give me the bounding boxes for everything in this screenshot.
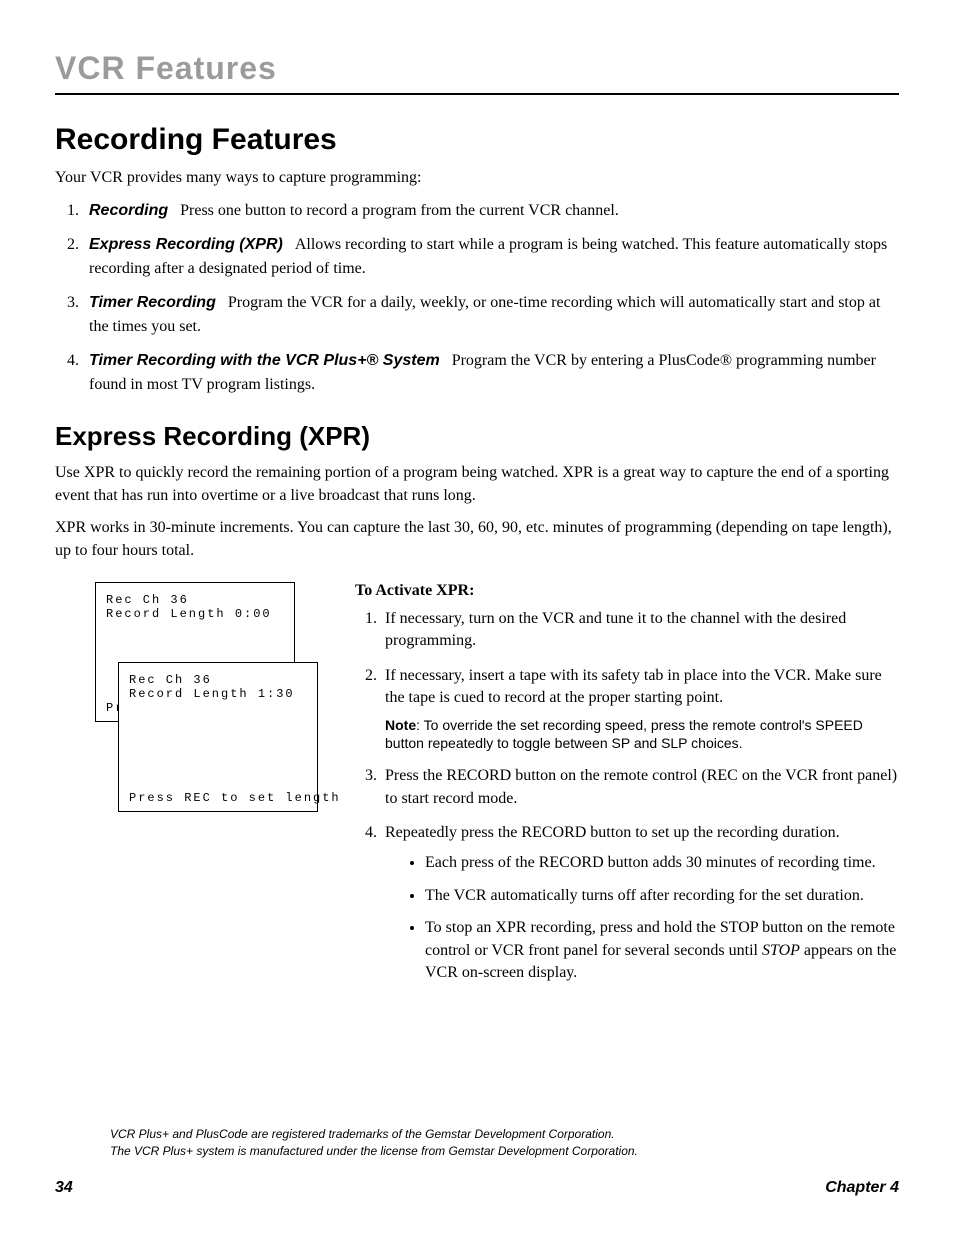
item-label: Recording [89,202,168,219]
page-footer: 34 Chapter 4 [55,1179,899,1197]
list-item: Recording Press one button to record a p… [83,199,899,223]
osd-bottom-line: Press REC to set length [129,791,341,805]
recording-features-list: Recording Press one button to record a p… [55,199,899,397]
header-rule [55,93,899,95]
note-label: Note [385,717,416,733]
osd-line: Rec Ch 36 [129,673,307,687]
page-number: 34 [55,1179,73,1197]
item-label: Timer Recording [89,294,216,311]
osd-illustration-column: Rec Ch 36 Record Length 0:00 Pr Rec Ch 3… [55,582,355,842]
sub-bullets: Each press of the RECORD button adds 30 … [385,852,899,984]
item-label: Timer Recording with the VCR Plus+® Syst… [89,352,440,369]
activate-steps-list: If necessary, turn on the VCR and tune i… [355,608,899,984]
item-text: Press one button to record a program fro… [180,202,619,219]
intro-paragraph: Your VCR provides many ways to capture p… [55,167,899,189]
step-item: Press the RECORD button on the remote co… [381,765,899,810]
item-label: Express Recording (XPR) [89,236,283,253]
note-text: : To override the set recording speed, p… [385,717,863,752]
bullet-item: To stop an XPR recording, press and hold… [425,917,899,984]
section-heading-recording-features: Recording Features [55,123,899,157]
osd-screen-2: Rec Ch 36 Record Length 1:30 Press REC t… [118,662,318,812]
xpr-paragraph-1: Use XPR to quickly record the remaining … [55,462,899,507]
chapter-label: Chapter 4 [825,1179,899,1197]
two-column-layout: Rec Ch 36 Record Length 0:00 Pr Rec Ch 3… [55,582,899,996]
osd-line: Record Length 1:30 [129,687,307,701]
footnotes: VCR Plus+ and PlusCode are registered tr… [110,1126,638,1160]
osd-line: Rec Ch 36 [106,593,284,607]
bullet-item: The VCR automatically turns off after re… [425,885,899,907]
footnote-line: VCR Plus+ and PlusCode are registered tr… [110,1126,638,1143]
step-item: Repeatedly press the RECORD button to se… [381,822,899,984]
list-item: Timer Recording Program the VCR for a da… [83,291,899,339]
section-heading-xpr: Express Recording (XPR) [55,421,899,452]
document-page: VCR Features Recording Features Your VCR… [0,0,954,1235]
step-text: Repeatedly press the RECORD button to se… [385,824,840,841]
note-block: Note: To override the set recording spee… [385,716,899,754]
footnote-line: The VCR Plus+ system is manufactured und… [110,1143,638,1160]
list-item: Express Recording (XPR) Allows recording… [83,233,899,281]
bullet-item: Each press of the RECORD button adds 30 … [425,852,899,874]
activate-xpr-column: To Activate XPR: If necessary, turn on t… [355,582,899,996]
step-item: If necessary, turn on the VCR and tune i… [381,608,899,653]
activate-heading: To Activate XPR: [355,582,899,600]
page-header-title: VCR Features [55,50,899,87]
list-item: Timer Recording with the VCR Plus+® Syst… [83,349,899,397]
step-item: If necessary, insert a tape with its saf… [381,665,899,754]
stop-word: STOP [762,942,800,959]
osd-line: Record Length 0:00 [106,607,284,621]
step-text: If necessary, insert a tape with its saf… [385,667,882,706]
xpr-paragraph-2: XPR works in 30-minute increments. You c… [55,517,899,562]
